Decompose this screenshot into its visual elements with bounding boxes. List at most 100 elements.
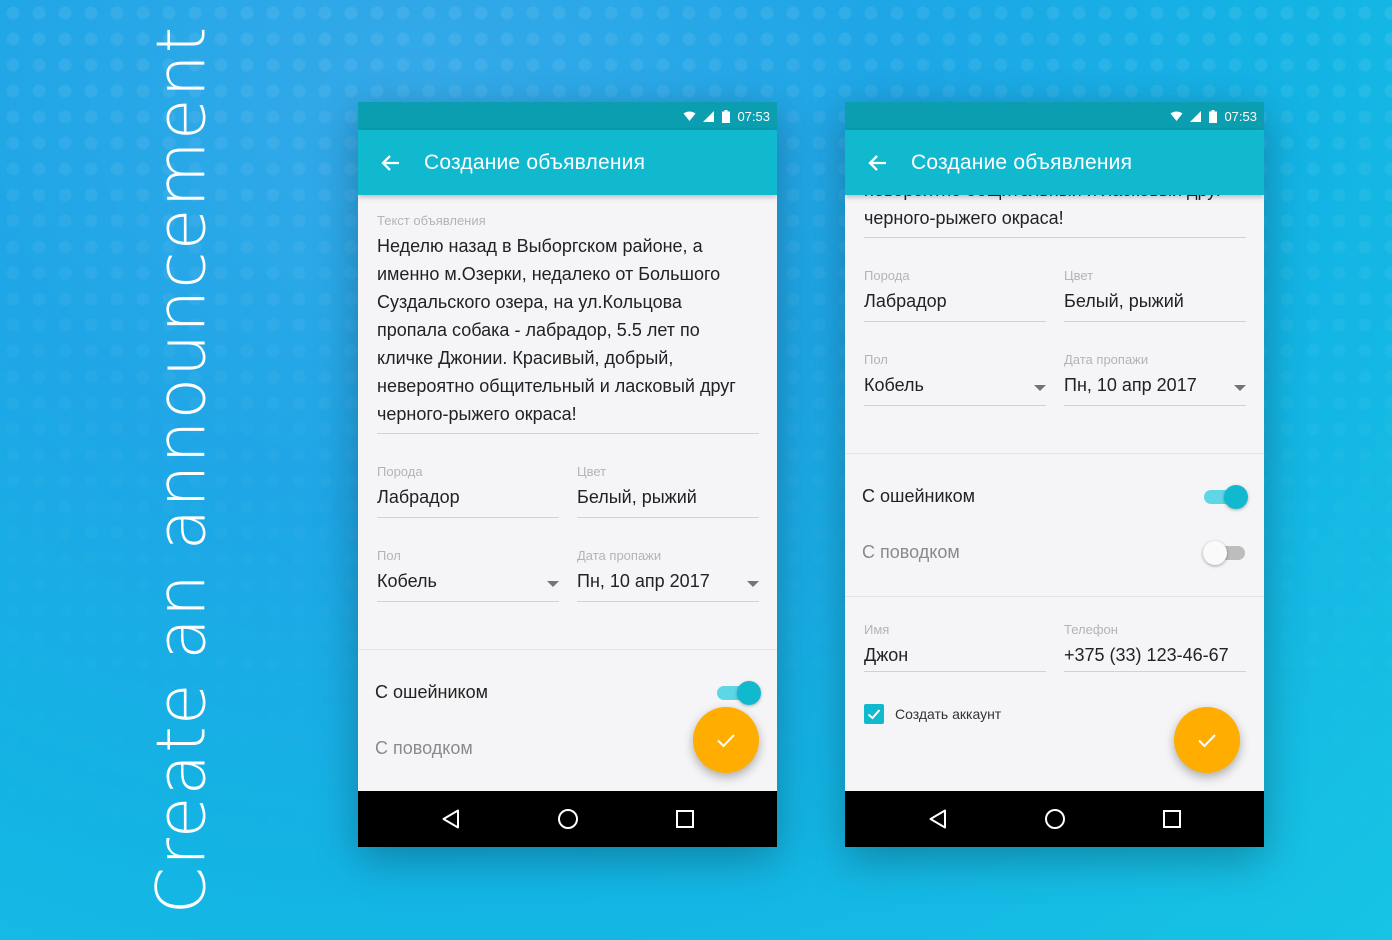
battery-icon bbox=[1209, 109, 1218, 123]
chevron-down-icon bbox=[547, 581, 559, 587]
nav-back-icon bbox=[442, 809, 459, 829]
collar-toggle[interactable] bbox=[717, 681, 761, 705]
description-field[interactable]: Неделю назад в Выборгском районе, а имен… bbox=[864, 195, 1248, 232]
description-line: кличке Джонии. Красивый, добрый, bbox=[377, 348, 674, 368]
status-time: 07:53 bbox=[1224, 108, 1257, 124]
section-divider bbox=[845, 453, 1264, 454]
confirm-fab[interactable] bbox=[1174, 707, 1240, 773]
leash-toggle[interactable] bbox=[1203, 541, 1247, 565]
description-line: невероятно общительный и ласковый друг bbox=[864, 195, 1248, 204]
leash-label: С поводком bbox=[375, 738, 473, 758]
battery-icon bbox=[722, 109, 731, 123]
collar-label: С ошейником bbox=[375, 682, 488, 702]
date-select[interactable]: Пн, 10 апр 2017 bbox=[1064, 375, 1197, 396]
sex-select[interactable]: Кобель bbox=[377, 571, 437, 592]
wifi-icon bbox=[683, 111, 696, 122]
chevron-down-icon bbox=[1234, 385, 1246, 391]
phone-label: Телефон bbox=[1064, 622, 1118, 637]
description-line: черного-рыжего окраса! bbox=[864, 208, 1064, 228]
phone-screen-2: 07:53 Создание объявления Текст объявлен… bbox=[845, 102, 1264, 847]
sex-underline bbox=[377, 601, 559, 602]
sex-label: Пол bbox=[864, 352, 888, 367]
nav-back-button[interactable] bbox=[913, 794, 963, 844]
status-bar: 07:53 bbox=[845, 102, 1264, 130]
color-label: Цвет bbox=[1064, 268, 1094, 283]
app-bar: Создание объявления bbox=[845, 130, 1264, 195]
form-content: Текст объявления Неделю назад в Выборгск… bbox=[358, 195, 777, 791]
back-button[interactable] bbox=[845, 152, 911, 174]
nav-home-button[interactable] bbox=[1030, 794, 1080, 844]
section-divider bbox=[845, 596, 1264, 597]
create-account-label: Создать аккаунт bbox=[895, 706, 1002, 722]
check-icon bbox=[717, 734, 735, 748]
date-underline bbox=[1064, 405, 1246, 406]
name-underline bbox=[864, 671, 1046, 672]
phone-field[interactable]: +375 (33) 123-46-67 bbox=[1064, 645, 1229, 666]
breed-underline bbox=[377, 517, 559, 518]
status-time: 07:53 bbox=[737, 108, 770, 124]
description-underline bbox=[864, 237, 1246, 238]
nav-recents-button[interactable] bbox=[1147, 794, 1197, 844]
breed-underline bbox=[864, 321, 1046, 322]
collar-label: С ошейником bbox=[862, 486, 975, 506]
description-label: Текст объявления bbox=[377, 213, 486, 228]
page-title: Создание объявления bbox=[424, 150, 646, 174]
name-label: Имя bbox=[864, 622, 890, 637]
color-underline bbox=[1064, 321, 1246, 322]
nav-home-icon bbox=[1044, 809, 1065, 829]
system-nav-bar bbox=[845, 791, 1264, 847]
collar-toggle[interactable] bbox=[1204, 485, 1248, 509]
description-line: черного-рыжего окраса! bbox=[377, 404, 577, 424]
color-underline bbox=[577, 517, 759, 518]
sex-underline bbox=[864, 405, 1046, 406]
description-field[interactable]: Неделю назад в Выборгском районе, а имен… bbox=[377, 232, 761, 428]
app-bar: Создание объявления bbox=[358, 130, 777, 195]
caption-text: Create an announcement bbox=[142, 25, 222, 915]
status-bar: 07:53 bbox=[358, 102, 777, 130]
check-icon bbox=[1198, 734, 1216, 748]
phone-screen-1: 07:53 Создание объявления Текст объявлен… bbox=[358, 102, 777, 847]
date-select[interactable]: Пн, 10 апр 2017 bbox=[577, 571, 710, 592]
nav-home-icon bbox=[557, 809, 578, 829]
check-icon bbox=[867, 709, 881, 720]
phone-underline bbox=[1064, 671, 1246, 672]
color-field[interactable]: Белый, рыжий bbox=[1064, 291, 1184, 312]
breed-label: Порода bbox=[864, 268, 910, 283]
date-underline bbox=[577, 601, 759, 602]
breed-label: Порода bbox=[377, 464, 423, 479]
nav-back-button[interactable] bbox=[426, 794, 476, 844]
wifi-icon bbox=[1170, 111, 1183, 122]
leash-label: С поводком bbox=[862, 542, 960, 562]
arrow-back-icon bbox=[868, 154, 886, 171]
sex-label: Пол bbox=[377, 548, 401, 563]
description-line: именно м.Озерки, недалеко от Большого bbox=[377, 264, 721, 284]
nav-home-button[interactable] bbox=[543, 794, 593, 844]
form-content: Текст объявления Неделю назад в Выборгск… bbox=[845, 195, 1264, 791]
date-label: Дата пропажи bbox=[577, 548, 662, 563]
create-account-checkbox[interactable] bbox=[864, 704, 884, 724]
signal-icon bbox=[703, 110, 715, 122]
back-button[interactable] bbox=[358, 152, 424, 174]
chevron-down-icon bbox=[1034, 385, 1046, 391]
nav-recents-icon bbox=[675, 810, 694, 828]
breed-field[interactable]: Лабрадор bbox=[864, 291, 947, 312]
nav-recents-button[interactable] bbox=[660, 794, 710, 844]
chevron-down-icon bbox=[747, 581, 759, 587]
date-label: Дата пропажи bbox=[1064, 352, 1149, 367]
signal-icon bbox=[1190, 110, 1202, 122]
section-divider bbox=[358, 649, 777, 650]
description-line: Суздальского озера, на ул.Кольцова bbox=[377, 292, 682, 312]
color-field[interactable]: Белый, рыжий bbox=[577, 487, 697, 508]
nav-recents-icon bbox=[1162, 810, 1181, 828]
page-title: Создание объявления bbox=[911, 150, 1133, 174]
description-line: невероятно общительный и ласковый друг bbox=[377, 376, 736, 396]
system-nav-bar bbox=[358, 791, 777, 847]
confirm-fab[interactable] bbox=[693, 707, 759, 773]
arrow-back-icon bbox=[381, 154, 399, 171]
nav-back-icon bbox=[929, 809, 946, 829]
breed-field[interactable]: Лабрадор bbox=[377, 487, 460, 508]
description-underline bbox=[377, 433, 759, 434]
description-line: Неделю назад в Выборгском районе, а bbox=[377, 236, 703, 256]
name-field[interactable]: Джон bbox=[864, 645, 908, 666]
sex-select[interactable]: Кобель bbox=[864, 375, 924, 396]
